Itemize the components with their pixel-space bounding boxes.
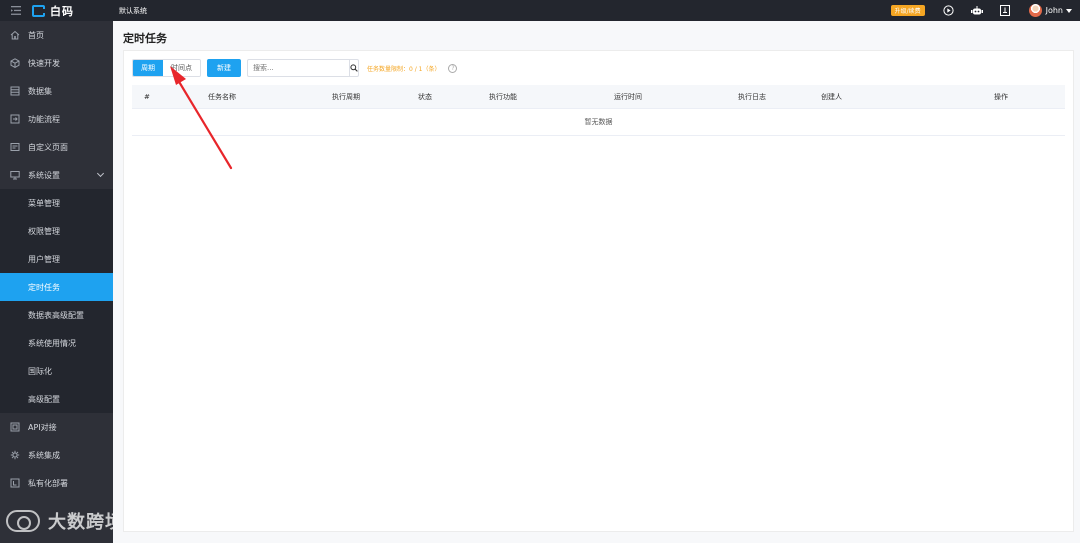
new-button[interactable]: 新建 bbox=[207, 59, 241, 77]
column-header-actions: 操作 bbox=[994, 93, 1008, 101]
column-header-run-time: 运行时间 bbox=[614, 93, 642, 101]
sidebar-item-custom-page[interactable]: 自定义页面 bbox=[0, 133, 113, 161]
submenu-item-label: 系统使用情况 bbox=[28, 338, 76, 348]
submenu-item-label: 菜单管理 bbox=[28, 198, 60, 208]
column-header-period: 执行周期 bbox=[332, 93, 360, 101]
chevron-down-icon[interactable] bbox=[1066, 8, 1072, 13]
sidebar-item-label: 系统集成 bbox=[28, 450, 60, 460]
search-icon[interactable] bbox=[349, 60, 358, 76]
submenu-item-scheduled-tasks[interactable]: 定时任务 bbox=[0, 273, 113, 301]
deploy-icon bbox=[10, 478, 20, 488]
sidebar-item-label: API对接 bbox=[28, 422, 57, 432]
submenu-item-advanced-config[interactable]: 高级配置 bbox=[0, 385, 113, 413]
sidebar-item-dataset[interactable]: 数据集 bbox=[0, 77, 113, 105]
watermark: 大数跨境 bbox=[6, 508, 124, 534]
top-bar: 白码 默认系统 升级/续费 John bbox=[0, 0, 1080, 21]
tab-period[interactable]: 周期 bbox=[133, 60, 163, 76]
cube-icon bbox=[10, 58, 20, 68]
upgrade-badge[interactable]: 升级/续费 bbox=[890, 5, 925, 16]
sidebar-item-label: 功能流程 bbox=[28, 114, 60, 124]
integration-icon bbox=[10, 450, 20, 460]
sidebar-item-label: 数据集 bbox=[28, 86, 52, 96]
table-header: # 任务名称 执行周期 状态 执行功能 运行时间 执行日志 创建人 操作 bbox=[132, 85, 1065, 109]
submenu-item-label: 国际化 bbox=[28, 366, 52, 376]
submenu-item-label: 权限管理 bbox=[28, 226, 60, 236]
submenu-item-system-usage[interactable]: 系统使用情况 bbox=[0, 329, 113, 357]
help-icon[interactable]: ? bbox=[448, 63, 458, 73]
app-logo[interactable]: 白码 bbox=[32, 3, 112, 19]
empty-state: 暂无数据 bbox=[132, 109, 1065, 136]
sidebar: 首页 快速开发 数据集 功能流程 自定义页面 系统设置 菜单管理 权限管理 用户… bbox=[0, 21, 113, 543]
sidebar-item-label: 快速开发 bbox=[28, 58, 60, 68]
document-icon[interactable] bbox=[999, 5, 1011, 17]
submenu-item-table-advanced-config[interactable]: 数据表高级配置 bbox=[0, 301, 113, 329]
tab-timepoint[interactable]: 时间点 bbox=[163, 60, 200, 76]
user-avatar[interactable] bbox=[1028, 4, 1042, 17]
api-icon bbox=[10, 422, 20, 432]
sidebar-item-flow[interactable]: 功能流程 bbox=[0, 105, 113, 133]
sidebar-item-deploy[interactable]: 私有化部署 bbox=[0, 469, 113, 497]
column-header-function: 执行功能 bbox=[489, 93, 517, 101]
submenu-item-label: 数据表高级配置 bbox=[28, 310, 84, 320]
sidebar-item-api[interactable]: API对接 bbox=[0, 413, 113, 441]
submenu-item-i18n[interactable]: 国际化 bbox=[0, 357, 113, 385]
submenu-item-label: 高级配置 bbox=[28, 394, 60, 404]
logo-text: 白码 bbox=[50, 4, 74, 18]
robot-icon[interactable] bbox=[970, 5, 983, 17]
home-icon bbox=[10, 30, 20, 40]
task-limit-text: 任务数量限制：0 / 1（条） bbox=[367, 65, 441, 73]
mode-switch: 周期 时间点 bbox=[132, 59, 201, 77]
content-card: 周期 时间点 新建 任务数量限制：0 / 1（条） ? # 任务名称 执行周期 … bbox=[123, 50, 1074, 532]
username[interactable]: John bbox=[1046, 6, 1063, 15]
watermark-logo-icon bbox=[6, 510, 40, 532]
submenu-item-label: 用户管理 bbox=[28, 254, 60, 264]
column-header-status: 状态 bbox=[418, 93, 432, 101]
page-title: 定时任务 bbox=[123, 32, 167, 45]
sidebar-item-label: 私有化部署 bbox=[28, 478, 68, 488]
menu-toggle-icon[interactable] bbox=[0, 0, 32, 21]
column-header-index: # bbox=[144, 93, 150, 101]
logo-mark-icon bbox=[32, 4, 45, 17]
submenu-item-label: 定时任务 bbox=[28, 282, 60, 292]
sidebar-item-label: 自定义页面 bbox=[28, 142, 68, 152]
submenu-item-permission-management[interactable]: 权限管理 bbox=[0, 217, 113, 245]
flow-icon bbox=[10, 114, 20, 124]
page-icon bbox=[10, 142, 20, 152]
play-circle-icon[interactable] bbox=[943, 5, 955, 17]
sidebar-item-label: 首页 bbox=[28, 30, 44, 40]
database-icon bbox=[10, 86, 20, 96]
sidebar-item-quick-dev[interactable]: 快速开发 bbox=[0, 49, 113, 77]
main-content: 定时任务 周期 时间点 新建 任务数量限制：0 / 1（条） ? # 任务名称 … bbox=[113, 21, 1080, 543]
search-input[interactable] bbox=[248, 60, 349, 76]
column-header-creator: 创建人 bbox=[821, 93, 842, 101]
submenu-item-user-management[interactable]: 用户管理 bbox=[0, 245, 113, 273]
task-table: # 任务名称 执行周期 状态 执行功能 运行时间 执行日志 创建人 操作 暂无数… bbox=[132, 85, 1065, 136]
column-header-log: 执行日志 bbox=[738, 93, 766, 101]
monitor-icon bbox=[10, 170, 20, 180]
system-name[interactable]: 默认系统 bbox=[119, 6, 147, 16]
settings-submenu: 菜单管理 权限管理 用户管理 定时任务 数据表高级配置 系统使用情况 国际化 高… bbox=[0, 189, 113, 413]
sidebar-item-home[interactable]: 首页 bbox=[0, 21, 113, 49]
sidebar-item-label: 系统设置 bbox=[28, 170, 60, 180]
toolbar: 周期 时间点 新建 任务数量限制：0 / 1（条） ? bbox=[132, 59, 458, 77]
search-box bbox=[247, 59, 359, 77]
chevron-down-icon[interactable] bbox=[96, 169, 105, 178]
sidebar-item-integration[interactable]: 系统集成 bbox=[0, 441, 113, 469]
column-header-task-name: 任务名称 bbox=[208, 93, 236, 101]
sidebar-item-system-settings[interactable]: 系统设置 bbox=[0, 161, 113, 189]
submenu-item-menu-management[interactable]: 菜单管理 bbox=[0, 189, 113, 217]
